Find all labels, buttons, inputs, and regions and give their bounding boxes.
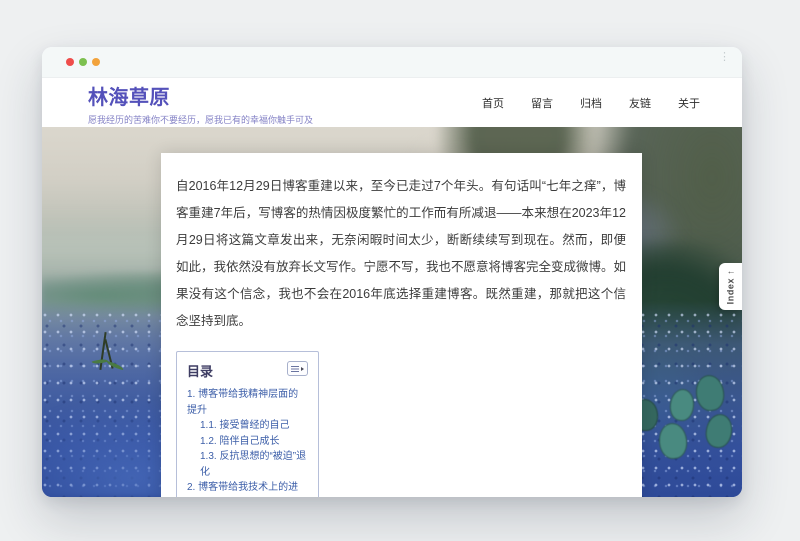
table-of-contents: 目录 1. 博客带给我精神层面的提升 1.1. 接受曾经的自己 (176, 351, 319, 497)
nav-link[interactable]: 关于 (678, 95, 700, 111)
branding: 林海草原 愿我经历的苦难你不要经历，愿我已有的幸福你触手可及 (88, 81, 313, 126)
site-header: 林海草原 愿我经历的苦难你不要经历，愿我已有的幸福你触手可及 首页 留言 归档 … (42, 78, 742, 128)
toc-item[interactable]: 1.3. 反抗思想的“被迫”退化 (187, 449, 308, 480)
site-title[interactable]: 林海草原 (88, 81, 313, 110)
toc-list: 1. 博客带给我精神层面的提升 1.1. 接受曾经的自己 1.2. 陪伴自己成长… (187, 387, 308, 497)
traffic-light-minimize-icon[interactable] (79, 58, 87, 66)
toc-title: 目录 (187, 361, 213, 380)
hero-background-painting: 自2016年12月29日博客重建以来，至今已走过7个年头。有句话叫“七年之痒”，… (42, 127, 742, 497)
toc-item[interactable]: 1. 博客带给我精神层面的提升 (187, 387, 308, 418)
list-icon (291, 366, 299, 372)
browser-window: ⋮ 林海草原 愿我经历的苦难你不要经历，愿我已有的幸福你触手可及 首页 留言 归… (42, 47, 742, 497)
overflow-menu-icon[interactable]: ⋮ (719, 52, 730, 62)
toc-toggle-button[interactable] (287, 361, 308, 376)
nav-link[interactable]: 留言 (531, 95, 553, 111)
article-card: 自2016年12月29日博客重建以来，至今已走过7个年头。有句话叫“七年之痒”，… (161, 153, 642, 497)
main-nav: 首页 留言 归档 友链 关于 (482, 95, 700, 111)
toc-item[interactable]: 1.1. 接受曾经的自己 (187, 418, 308, 434)
traffic-light-close-icon[interactable] (66, 58, 74, 66)
caret-icon (301, 367, 304, 371)
traffic-light-zoom-icon[interactable] (92, 58, 100, 66)
nav-link[interactable]: 友链 (629, 95, 651, 111)
toc-item[interactable]: 1.2. 陪伴自己成长 (187, 434, 308, 450)
browser-chrome: ⋮ (42, 47, 742, 78)
index-back-to-top-tab[interactable]: Index ↑ (719, 263, 742, 310)
toc-item[interactable]: 2. 博客带给我技术上的进步 (187, 480, 308, 497)
index-tab-label: Index ↑ (726, 269, 736, 304)
site-tagline: 愿我经历的苦难你不要经历，愿我已有的幸福你触手可及 (88, 113, 313, 126)
article-intro-paragraph: 自2016年12月29日博客重建以来，至今已走过7个年头。有句话叫“七年之痒”，… (176, 173, 626, 335)
nav-link[interactable]: 首页 (482, 95, 504, 111)
page: ⋮ 林海草原 愿我经历的苦难你不要经历，愿我已有的幸福你触手可及 首页 留言 归… (0, 0, 800, 541)
nav-link[interactable]: 归档 (580, 95, 602, 111)
